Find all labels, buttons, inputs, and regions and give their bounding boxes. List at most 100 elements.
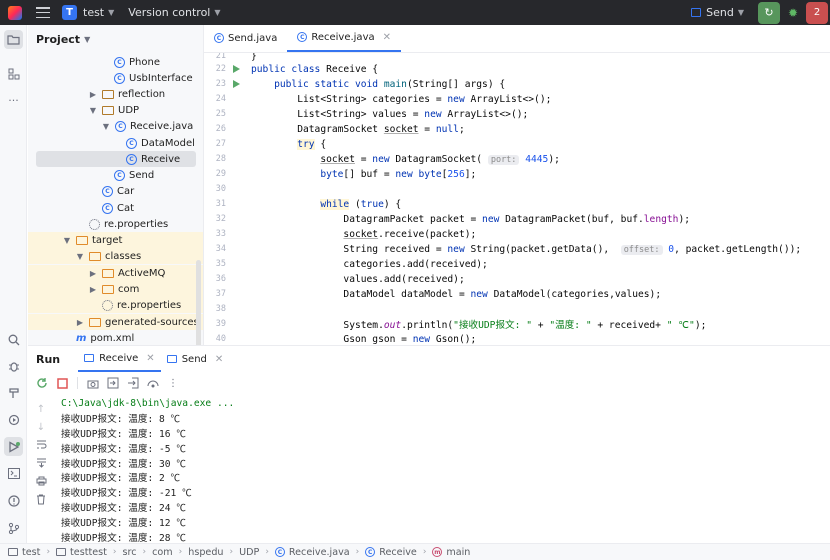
tree-item-target[interactable]: ▼ target xyxy=(28,232,203,248)
run-main-gutter-icon[interactable] xyxy=(226,80,246,89)
rerun-button[interactable]: ↻ xyxy=(758,1,780,24)
breadcrumb-item[interactable]: UDP xyxy=(239,547,259,558)
project-switcher[interactable]: T test ▼ xyxy=(62,5,114,20)
run-panel: Run Receive ✕ Send ✕ ⋮ ↑ ↓ C:\Java\jdk-8… xyxy=(28,345,830,544)
close-icon[interactable]: ✕ xyxy=(215,354,223,365)
code-token: length xyxy=(643,213,679,225)
trash-icon[interactable] xyxy=(34,492,48,506)
code-token: = xyxy=(418,123,436,135)
soft-wrap-icon[interactable] xyxy=(34,438,48,452)
tree-item-usbinterface[interactable]: C UsbInterface xyxy=(28,70,203,86)
breadcrumb-item[interactable]: Receive xyxy=(379,547,417,558)
breadcrumb-item[interactable]: main xyxy=(446,547,470,558)
tree-item-cat[interactable]: C Cat xyxy=(28,200,203,216)
tree-item-re-properties-target[interactable]: re.properties xyxy=(28,297,203,313)
tree-item-pom-xml[interactable]: m pom.xml xyxy=(28,330,203,345)
console-line: 接收UDP报文: 温度: -21 ℃ xyxy=(61,488,192,500)
build-hammer-icon[interactable] xyxy=(4,383,23,402)
code-area[interactable]: 21 } 22 public class Receive { 23 public… xyxy=(204,53,830,345)
debug-button[interactable]: ✹ xyxy=(782,2,804,24)
tree-item-phone[interactable]: C Phone xyxy=(28,54,203,70)
terminal-icon[interactable] xyxy=(4,464,23,483)
tree-item-classes[interactable]: ▼ classes xyxy=(28,248,203,264)
search-icon[interactable] xyxy=(4,330,23,349)
tree-item-reflection[interactable]: ▶ reflection xyxy=(28,86,203,102)
problems-icon[interactable] xyxy=(4,491,23,510)
more-tools-icon[interactable]: ··· xyxy=(4,91,23,110)
code-token: { xyxy=(314,138,327,150)
tree-item-label: Car xyxy=(117,185,135,197)
scroll-to-end-icon[interactable] xyxy=(34,456,48,470)
tree-item-com[interactable]: ▶ com xyxy=(28,281,203,297)
tab-send-java[interactable]: C Send.java xyxy=(204,24,287,52)
run-tool-icon[interactable] xyxy=(4,437,23,456)
coverage-icon[interactable] xyxy=(146,376,160,390)
tree-item-generated-sources[interactable]: ▶ generated-sources xyxy=(28,314,203,330)
breadcrumb-item[interactable]: src xyxy=(123,547,137,558)
tab-receive-java[interactable]: C Receive.java ✕ xyxy=(287,24,401,52)
breadcrumb-item[interactable]: Receive.java xyxy=(289,547,350,558)
chevron-down-icon[interactable]: ▼ xyxy=(88,106,98,115)
run-tab-send[interactable]: Send ✕ xyxy=(161,346,230,372)
more-options-icon[interactable]: ⋮ xyxy=(166,376,180,390)
git-icon[interactable] xyxy=(4,518,23,537)
console-line: 接收UDP报文: 温度: 2 ℃ xyxy=(61,473,181,485)
ide-logo-icon xyxy=(8,5,22,20)
chevron-right-icon[interactable]: ▶ xyxy=(75,318,85,327)
code-token: DatagramPacket packet = xyxy=(343,213,483,225)
close-icon[interactable]: ✕ xyxy=(383,32,391,43)
rerun-icon[interactable] xyxy=(35,376,49,390)
code-token: new xyxy=(470,288,494,300)
run-class-gutter-icon[interactable] xyxy=(226,65,246,74)
chevron-right-icon[interactable]: ▶ xyxy=(88,90,98,99)
camera-icon[interactable] xyxy=(86,376,100,390)
code-token: socket xyxy=(383,123,419,135)
tree-item-udp[interactable]: ▼ UDP xyxy=(28,102,203,118)
code-token: public static void xyxy=(274,78,384,90)
structure-icon[interactable] xyxy=(4,64,23,83)
chevron-right-icon[interactable]: ▶ xyxy=(88,285,98,294)
exit-icon[interactable] xyxy=(126,376,140,390)
chevron-down-icon[interactable]: ▼ xyxy=(75,252,85,261)
code-token: System. xyxy=(343,320,384,332)
version-control-menu[interactable]: Version control ▼ xyxy=(128,6,220,19)
close-icon[interactable]: ✕ xyxy=(146,353,154,364)
print-icon[interactable] xyxy=(34,474,48,488)
project-scrollbar[interactable] xyxy=(196,260,201,345)
down-arrow-icon[interactable]: ↓ xyxy=(34,420,48,434)
tree-item-activemq[interactable]: ▶ ActiveMQ xyxy=(28,265,203,281)
code-token: byte xyxy=(320,168,344,180)
tree-item-datamodel[interactable]: C DataModel xyxy=(28,135,203,151)
project-folder-icon[interactable] xyxy=(4,30,23,49)
project-panel-header[interactable]: Project ▼ xyxy=(28,25,203,53)
breadcrumb-item[interactable]: hspedu xyxy=(188,547,223,558)
title-bar: T test ▼ Version control ▼ Send ▼ ↻ ✹ 2 xyxy=(0,0,830,25)
notifications-button[interactable]: 2 xyxy=(806,1,828,24)
restore-layout-icon[interactable] xyxy=(106,376,120,390)
stop-icon[interactable] xyxy=(55,376,69,390)
tree-item-send[interactable]: C Send xyxy=(28,167,203,183)
chevron-down-icon[interactable]: ▼ xyxy=(62,236,72,245)
breadcrumb-item[interactable]: testtest xyxy=(70,547,107,558)
vcs-label: Version control xyxy=(128,6,211,19)
services-icon[interactable] xyxy=(4,410,23,429)
editor-scrollbar[interactable] xyxy=(818,53,830,345)
chevron-right-icon[interactable]: ▶ xyxy=(88,269,98,278)
code-token: true xyxy=(360,198,384,210)
main-menu-icon[interactable] xyxy=(36,7,50,18)
debug-bug-icon[interactable] xyxy=(4,356,23,375)
up-arrow-icon[interactable]: ↑ xyxy=(34,402,48,416)
tree-item-receive-java[interactable]: ▼ C Receive.java xyxy=(28,118,203,134)
code-line: 30 xyxy=(204,182,830,197)
tree-item-re-properties[interactable]: re.properties xyxy=(28,216,203,232)
tree-item-receive[interactable]: C Receive xyxy=(36,151,196,167)
run-config-selector[interactable]: Send ▼ xyxy=(691,6,744,19)
run-tab-receive[interactable]: Receive ✕ xyxy=(78,346,161,372)
breadcrumb-item[interactable]: com xyxy=(152,547,173,558)
code-token: values.add(received); xyxy=(343,273,465,285)
console-output[interactable]: C:\Java\jdk-8\bin\java.exe ... 接收UDP报文: … xyxy=(61,396,830,544)
code-token: new xyxy=(395,168,419,180)
chevron-down-icon[interactable]: ▼ xyxy=(101,122,111,131)
tree-item-car[interactable]: C Car xyxy=(28,183,203,199)
breadcrumb-item[interactable]: test xyxy=(22,547,40,558)
